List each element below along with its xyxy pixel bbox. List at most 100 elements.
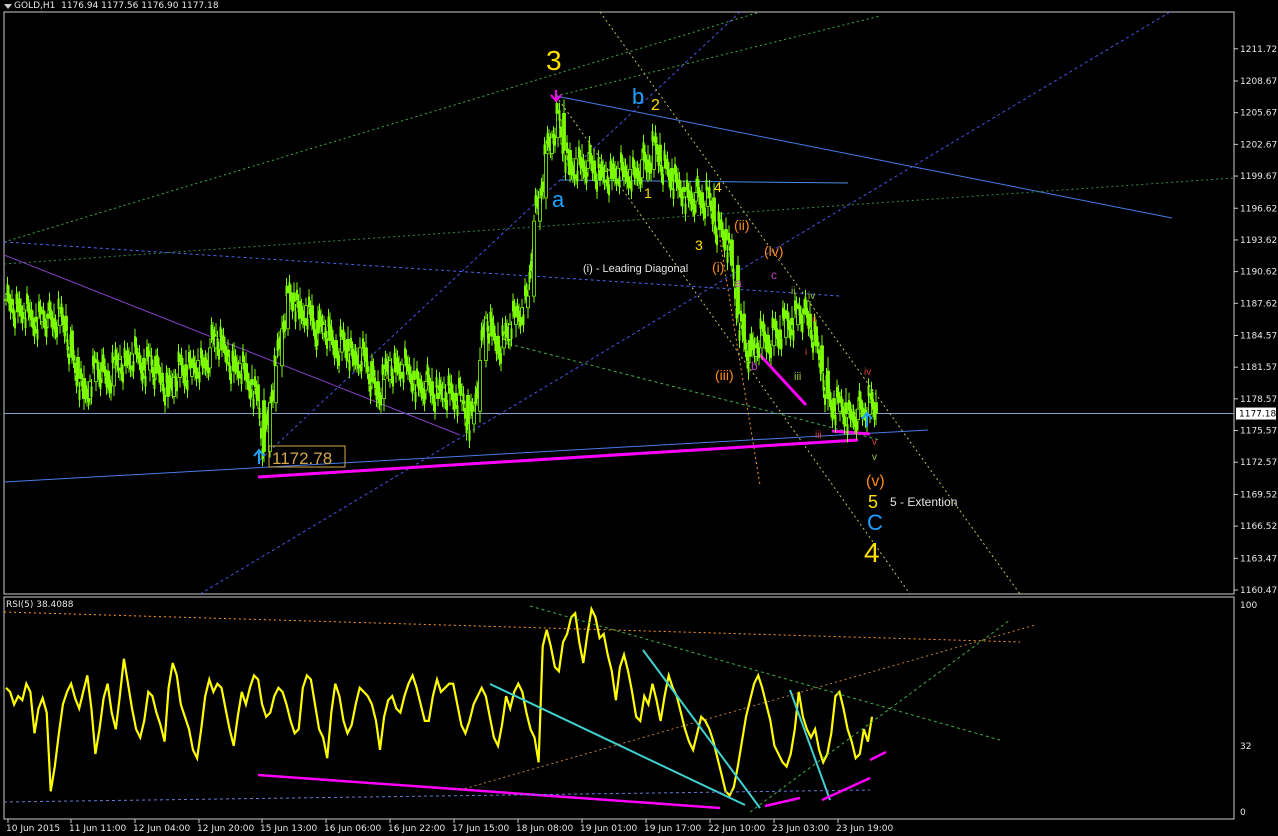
candle-body [99, 378, 102, 390]
candle-body [666, 158, 669, 170]
candle-body [722, 229, 724, 241]
extension-label: 5 - Extention [890, 495, 957, 509]
price-tick-label: 1187.62 [1240, 299, 1277, 309]
price-tick-label: 1166.52 [1240, 522, 1277, 532]
candle-body [770, 347, 772, 358]
candle-body [708, 187, 711, 198]
rsi-divergence-arrow [257, 773, 721, 810]
candle-body [874, 402, 878, 414]
candle-body [560, 126, 562, 138]
rsi-green-dash-line [529, 605, 1001, 741]
candle-body [576, 170, 579, 182]
candle-body [158, 364, 160, 376]
candle-body [578, 147, 580, 158]
wave-ii-roman-label: ii [791, 286, 795, 297]
candle-body [872, 399, 874, 410]
price-tick-label: 1193.62 [1240, 236, 1277, 246]
price-tick-label: 1178.57 [1240, 395, 1277, 405]
rsi-green-dash-line-2 [749, 619, 1011, 813]
candle-body [777, 337, 780, 349]
candle-body [642, 142, 645, 153]
candle-body [723, 239, 726, 251]
candle-body [250, 379, 254, 386]
candle-body [609, 160, 612, 172]
candle-body [759, 318, 762, 329]
candle-body [554, 135, 556, 146]
diagonal-blue-dash-line-2 [259, 12, 741, 461]
candle-body [33, 326, 36, 337]
candle-body [744, 339, 747, 350]
wave-i-roman-label: i [805, 347, 807, 358]
candle-body [693, 204, 696, 215]
candle-body [186, 380, 189, 391]
candle-body [339, 326, 342, 337]
candle-body [588, 143, 591, 154]
candle-body [176, 380, 178, 392]
candle-body [183, 375, 186, 387]
candle-body [428, 374, 430, 386]
candle-body [272, 390, 274, 401]
main-panel-border [3, 11, 1235, 595]
candle-body [530, 260, 532, 272]
candle-body [140, 362, 142, 374]
candle-body [153, 378, 156, 390]
magenta-arrow-v [831, 429, 871, 436]
candle-body [500, 353, 502, 364]
candle-body [562, 113, 566, 151]
time-tick-label: 16 Jun 06:00 [324, 824, 381, 834]
time-tick-label: 17 Jun 15:00 [452, 824, 509, 834]
candle-body [308, 296, 310, 308]
chart-canvas[interactable]: 3ab 21 43(ii)(iv)(i)(i) - Leading Diagonal… [0, 0, 1278, 836]
candle-body [712, 197, 716, 222]
candle-body [112, 367, 116, 387]
candle-body [315, 339, 318, 350]
candle-body [198, 371, 201, 383]
candle-body [716, 234, 718, 246]
candle-body [789, 328, 792, 340]
candle-body [274, 365, 278, 404]
candle-body [660, 164, 663, 176]
candle-body [696, 175, 699, 187]
candle-body [98, 368, 100, 380]
candle-body [392, 375, 394, 387]
candle-body [705, 179, 708, 191]
candle-body [812, 342, 814, 353]
candle-body [424, 381, 428, 391]
candle-body [594, 171, 597, 182]
chart-menu-icon[interactable] [4, 4, 12, 9]
candle-body [434, 401, 436, 413]
candle-body [254, 376, 256, 387]
candle-body [698, 186, 700, 198]
candle-body [822, 380, 825, 391]
price-tick-label: 1202.67 [1240, 140, 1277, 150]
candle-body [452, 391, 454, 403]
candle-body [242, 351, 244, 363]
candle-body [714, 225, 717, 236]
candle-body [810, 329, 813, 341]
candle-body [260, 428, 262, 439]
time-tick-label: 12 Jun 20:00 [197, 824, 254, 834]
candle-body [144, 376, 147, 387]
wave-v-paren-label: (v) [866, 473, 885, 490]
candle-body [12, 308, 15, 320]
leading-diagonal-label: (i) - Leading Diagonal [583, 263, 688, 275]
candle-body [526, 295, 530, 309]
candle-body [870, 389, 873, 400]
candle-body [820, 345, 824, 372]
candle-body [684, 203, 687, 215]
time-tick-label: 15 Jun 13:00 [260, 824, 317, 834]
candle-body [111, 352, 114, 363]
wave-iv-roman-label: iv [808, 291, 815, 302]
candle-body [216, 338, 219, 349]
rsi-magenta-arrow-1 [764, 796, 801, 808]
candle-body [24, 317, 27, 329]
candle-body [816, 335, 819, 347]
time-tick-label: 12 Jun 04:00 [133, 824, 190, 834]
candle-body [834, 414, 837, 426]
time-tick-label: 10 Jun 2015 [6, 824, 60, 834]
candle-body [296, 289, 298, 301]
candle-body [162, 383, 165, 395]
candle-body [738, 330, 741, 341]
wave-b-label: b [632, 84, 644, 109]
candle-body [56, 326, 58, 338]
